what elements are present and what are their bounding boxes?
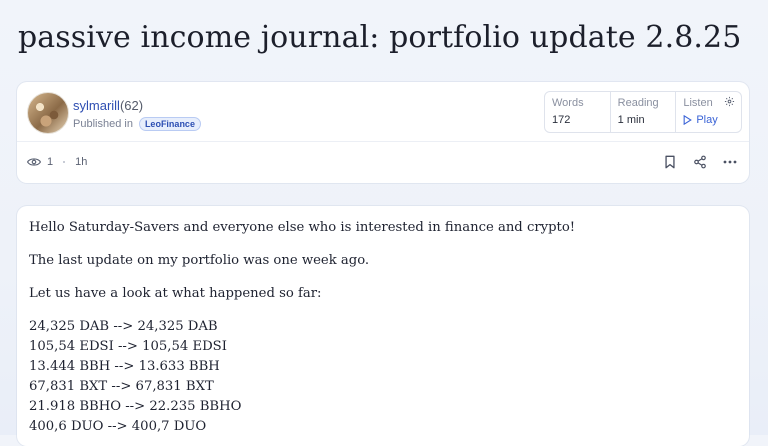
holding-line: 24,325 DAB --> 24,325 DAB — [29, 319, 218, 334]
reading-value: 1 min — [617, 114, 645, 126]
play-icon — [683, 115, 693, 125]
holding-line: 13.444 BBH --> 13.633 BBH — [29, 359, 220, 374]
stat-listen: Listen Play — [676, 92, 741, 132]
body-paragraph: Hello Saturday-Savers and everyone else … — [29, 220, 576, 235]
holding-line: 105,54 EDSI --> 105,54 EDSI — [29, 339, 227, 354]
body-paragraph: The last update on my portfolio was one … — [29, 253, 370, 268]
author-link[interactable]: sylmarill — [73, 98, 120, 113]
post-age: 1h — [75, 156, 88, 168]
view-stats: 1 1h — [27, 156, 87, 168]
post-body: Hello Saturday-Savers and everyone else … — [29, 218, 737, 437]
holding-line: 67,831 BXT --> 67,831 BXT — [29, 379, 214, 394]
stat-reading: Reading 1 min — [611, 92, 677, 132]
published-label: Published in — [73, 118, 133, 130]
post-actions — [663, 155, 737, 169]
author-line: sylmarill(62) — [73, 98, 143, 113]
meta-divider — [17, 141, 749, 142]
community-badge[interactable]: LeoFinance — [138, 117, 201, 131]
post-meta-card: sylmarill(62) Published in LeoFinance Wo… — [17, 82, 749, 183]
holding-line: 21.918 BBHO --> 22.235 BBHO — [29, 399, 242, 414]
body-paragraph: Let us have a look at what happened so f… — [29, 286, 322, 301]
play-label: Play — [696, 114, 718, 126]
author-reputation: (62) — [119, 98, 144, 113]
eye-icon — [27, 158, 41, 166]
share-icon — [694, 155, 706, 169]
more-icon — [723, 160, 737, 164]
words-label: Words — [552, 97, 584, 109]
bookmark-button[interactable] — [663, 155, 677, 169]
more-button[interactable] — [723, 155, 737, 169]
gear-icon[interactable] — [724, 96, 735, 107]
reading-label: Reading — [617, 97, 659, 109]
separator-dot — [63, 161, 66, 163]
view-count: 1 — [47, 156, 54, 168]
post-body-card: Hello Saturday-Savers and everyone else … — [17, 206, 749, 446]
share-button[interactable] — [693, 155, 707, 169]
stat-words: Words 172 — [545, 92, 611, 132]
bookmark-icon — [665, 155, 675, 169]
post-stats: Words 172 Reading 1 min Listen Play — [544, 91, 742, 133]
play-button[interactable]: Play — [683, 114, 741, 126]
words-value: 172 — [552, 114, 571, 126]
avatar[interactable] — [27, 92, 69, 134]
post-title: passive income journal: portfolio update… — [18, 20, 742, 55]
holding-line: 400,6 DUO --> 400,7 DUO — [29, 419, 207, 434]
holdings-list: 24,325 DAB --> 24,325 DAB 105,54 EDSI --… — [29, 317, 737, 437]
published-line: Published in LeoFinance — [73, 117, 201, 131]
